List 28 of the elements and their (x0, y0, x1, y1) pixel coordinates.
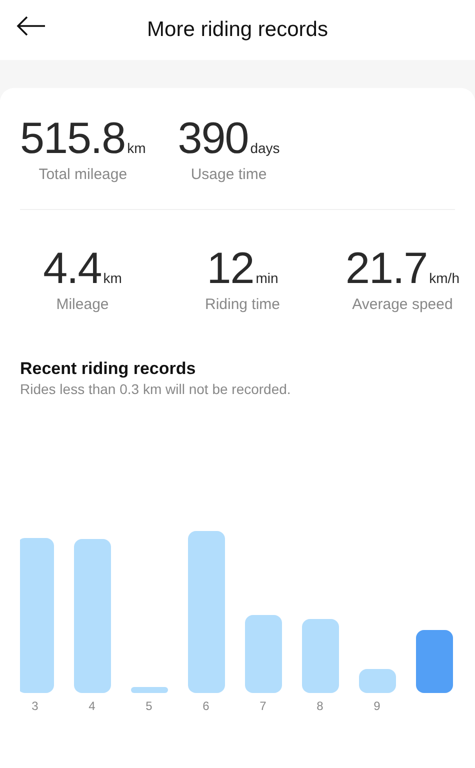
ride-bar[interactable] (244, 615, 282, 693)
stat-label: Riding time (204, 296, 280, 313)
stat-value: 21.7 km/h (346, 244, 460, 294)
stat-label: Total mileage (38, 166, 128, 183)
bar-label: 6 (202, 699, 210, 713)
bar-label: 9 (374, 699, 380, 713)
bar-label: 7 (260, 699, 266, 713)
page-title: More riding records (147, 18, 328, 42)
section-note: Rides less than 0.3 km will not be recorded. (20, 381, 292, 397)
bar-label: 5 (146, 699, 152, 713)
bar-label: 3 (32, 699, 38, 713)
ride-bar[interactable] (130, 687, 168, 693)
back-arrow-icon (16, 16, 46, 36)
ride-bar[interactable] (74, 539, 110, 693)
bar-label: 8 (316, 699, 324, 713)
ride-bar[interactable] (188, 531, 224, 693)
ride-bar[interactable] (416, 630, 452, 693)
stat-label: Mileage (56, 296, 109, 313)
stat-label: Average speed (352, 296, 453, 313)
stat-value: 12 min (206, 244, 278, 294)
bar-label: 4 (88, 699, 96, 713)
ride-bar[interactable] (358, 669, 396, 693)
ride-bar[interactable] (302, 619, 338, 693)
section-title: Recent riding records (20, 359, 197, 379)
stat-value: 390 days (178, 114, 280, 164)
stat-label: Usage time (190, 166, 267, 183)
stat-value: 4.4 km (43, 244, 122, 294)
stat-value: 515.8 km (20, 114, 146, 164)
